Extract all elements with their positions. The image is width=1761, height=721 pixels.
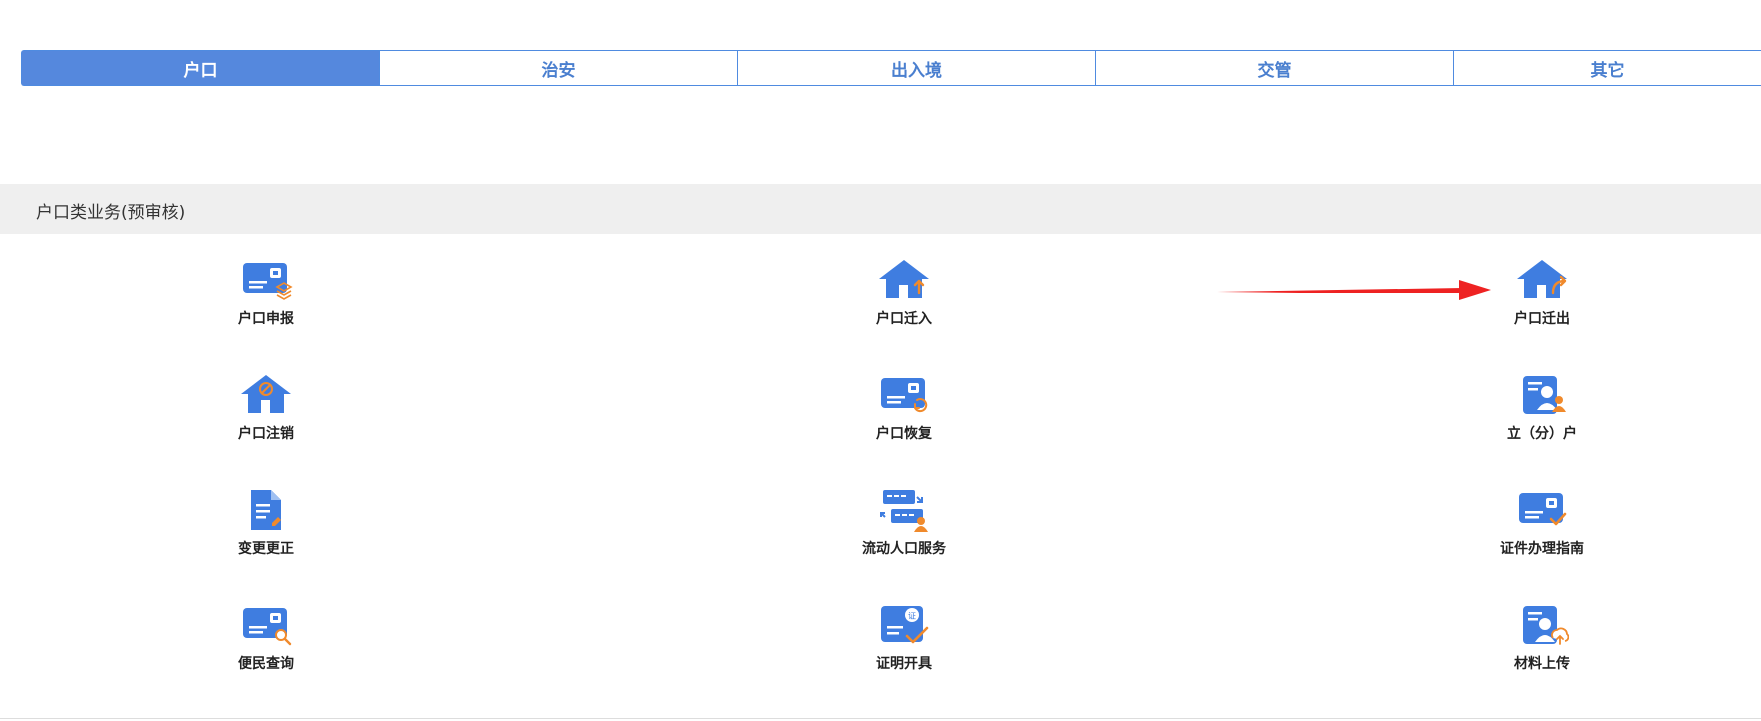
document-edit-icon — [238, 486, 294, 534]
service-label: 证件办理指南 — [1500, 541, 1584, 557]
service-zhengming-kaiju[interactable]: 证 证明开具 — [804, 601, 1004, 691]
service-label: 流动人口服务 — [862, 541, 946, 557]
section-header: 户口类业务(预审核) — [0, 184, 1761, 234]
category-tabs: 户口 治安 出入境 交管 其它 — [21, 50, 1761, 86]
person-doc-icon — [1514, 371, 1570, 419]
service-label: 户口恢复 — [876, 426, 932, 442]
id-card-restore-icon — [876, 371, 932, 419]
service-label: 便民查询 — [238, 656, 294, 672]
tab-zhian[interactable]: 治安 — [380, 51, 738, 85]
section-title: 户口类业务(预审核) — [36, 203, 186, 223]
service-liudong-renkou[interactable]: 流动人口服务 — [804, 486, 1004, 576]
certificate-check-icon: 证 — [876, 601, 932, 649]
service-hukou-huifu[interactable]: 户口恢复 — [804, 371, 1004, 461]
tab-jiaoguan[interactable]: 交管 — [1096, 51, 1454, 85]
service-label: 户口迁出 — [1514, 311, 1570, 327]
service-biangeng-gengzheng[interactable]: 变更更正 — [166, 486, 366, 576]
bottom-divider — [0, 718, 1761, 719]
tab-hukou[interactable]: 户口 — [22, 51, 380, 85]
service-cailiao-shangchuan[interactable]: 材料上传 — [1442, 601, 1642, 691]
service-label: 户口申报 — [238, 311, 294, 327]
service-label: 变更更正 — [238, 541, 294, 557]
person-upload-icon — [1514, 601, 1570, 649]
service-hukou-zhuxiao[interactable]: 户口注销 — [166, 371, 366, 461]
service-hukou-shenbao[interactable]: 户口申报 — [166, 256, 366, 346]
service-label: 证明开具 — [876, 656, 932, 672]
service-hukou-qianru[interactable]: 户口迁入 — [804, 256, 1004, 346]
svg-text:证: 证 — [908, 612, 916, 621]
service-lifenhu[interactable]: 立（分）户 — [1442, 371, 1642, 461]
id-card-stack-icon — [238, 256, 294, 304]
id-card-search-icon — [238, 601, 294, 649]
service-label: 材料上传 — [1514, 656, 1570, 672]
service-label: 户口迁入 — [876, 311, 932, 327]
house-arrow-in-icon — [876, 256, 932, 304]
service-label: 立（分）户 — [1507, 426, 1577, 442]
service-zhengjian-zhinan[interactable]: 证件办理指南 — [1442, 486, 1642, 576]
tab-churujing[interactable]: 出入境 — [738, 51, 1096, 85]
house-arrow-out-icon — [1514, 256, 1570, 304]
id-card-check-icon — [1514, 486, 1570, 534]
house-cancel-icon — [238, 371, 294, 419]
service-bianmin-chaxun[interactable]: 便民查询 — [166, 601, 366, 691]
annotation-arrow — [1217, 280, 1491, 300]
service-label: 户口注销 — [238, 426, 294, 442]
cards-person-icon — [876, 486, 932, 534]
tab-qita[interactable]: 其它 — [1454, 51, 1761, 85]
